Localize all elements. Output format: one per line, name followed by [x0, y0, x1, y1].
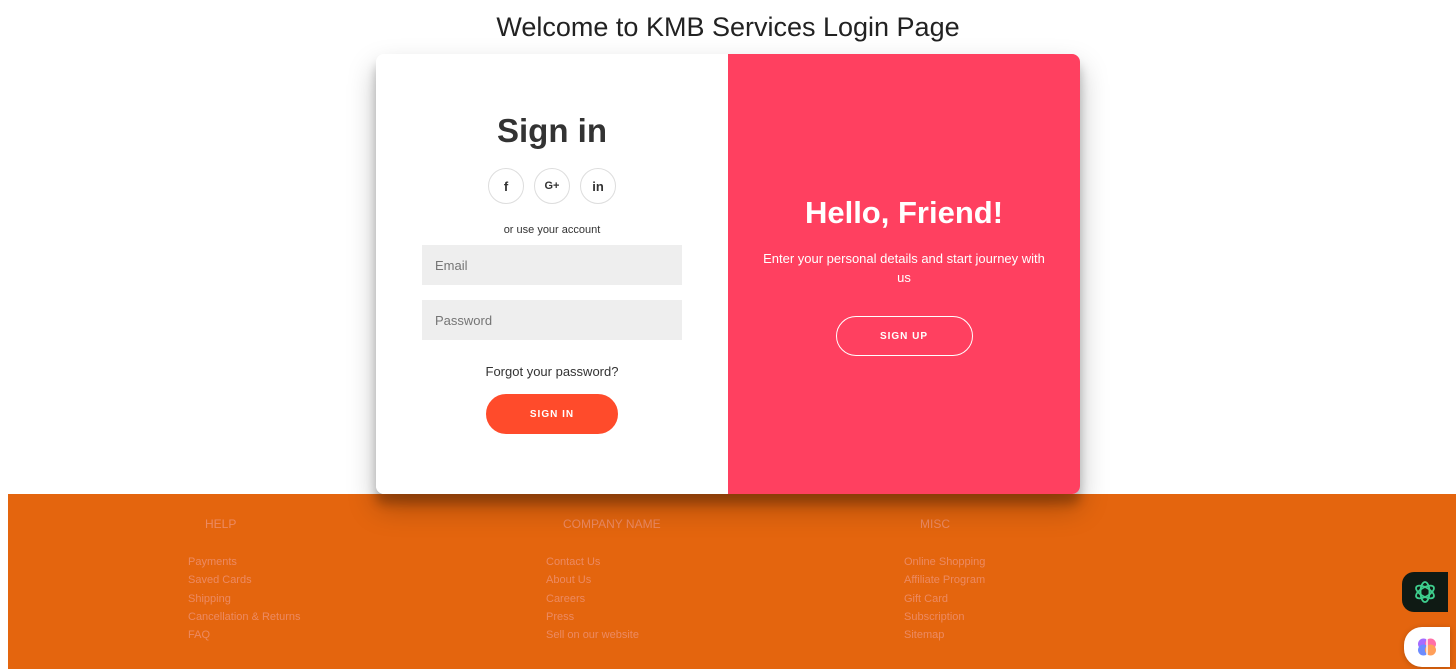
footer-link-shipping[interactable]: Shipping — [188, 590, 301, 608]
footer-link-sitemap[interactable]: Sitemap — [904, 626, 985, 644]
google-plus-login-button[interactable]: G+ — [534, 168, 570, 204]
footer-heading-help: HELP — [205, 517, 237, 531]
footer-column-misc: MISC Online Shopping Affiliate Program G… — [904, 517, 985, 644]
footer-column-company: COMPANY NAME Contact Us About Us Careers… — [546, 517, 661, 644]
footer-link-saved-cards[interactable]: Saved Cards — [188, 571, 301, 589]
site-footer: HELP Payments Saved Cards Shipping Cance… — [8, 494, 1456, 669]
footer-link-gift-card[interactable]: Gift Card — [904, 590, 985, 608]
footer-heading-misc: MISC — [920, 517, 950, 531]
chatgpt-icon — [1415, 581, 1435, 603]
brain-icon — [1418, 638, 1436, 656]
signin-title: Sign in — [497, 112, 607, 149]
use-account-text: or use your account — [503, 224, 601, 236]
sign-up-button[interactable]: SIGN UP — [835, 316, 973, 356]
facebook-icon: f — [503, 178, 509, 194]
footer-link-contact-us[interactable]: Contact Us — [546, 553, 661, 571]
footer-link-payments[interactable]: Payments — [188, 553, 301, 571]
brain-extension-button[interactable] — [1404, 627, 1450, 667]
footer-link-faq[interactable]: FAQ — [188, 626, 301, 644]
social-login-row: f G+ in — [488, 168, 616, 204]
linkedin-login-button[interactable]: in — [580, 168, 616, 204]
linkedin-icon: in — [592, 178, 604, 194]
footer-column-help: HELP Payments Saved Cards Shipping Cance… — [188, 517, 301, 644]
footer-link-subscription[interactable]: Subscription — [904, 608, 985, 626]
footer-link-careers[interactable]: Careers — [546, 590, 661, 608]
password-field[interactable] — [422, 300, 682, 340]
login-page: Welcome to KMB Services Login Page Sign … — [0, 0, 1456, 669]
footer-links-misc: Online Shopping Affiliate Program Gift C… — [904, 553, 985, 644]
sign-in-button[interactable]: SIGN IN — [486, 394, 618, 434]
footer-links-help: Payments Saved Cards Shipping Cancellati… — [188, 553, 301, 644]
footer-link-sell[interactable]: Sell on our website — [546, 626, 661, 644]
footer-link-online-shopping[interactable]: Online Shopping — [904, 553, 985, 571]
footer-link-cancellation-returns[interactable]: Cancellation & Returns — [188, 608, 301, 626]
google-plus-icon: G+ — [544, 180, 560, 192]
signin-panel: Sign in f G+ in or use your account Forg… — [376, 54, 728, 494]
signup-overlay-panel: Hello, Friend! Enter your personal detai… — [728, 54, 1080, 494]
forgot-password-link[interactable]: Forgot your password? — [486, 364, 619, 379]
footer-link-press[interactable]: Press — [546, 608, 661, 626]
footer-link-affiliate-program[interactable]: Affiliate Program — [904, 571, 985, 589]
footer-link-about-us[interactable]: About Us — [546, 571, 661, 589]
hello-title: Hello, Friend! — [804, 195, 1004, 230]
chatgpt-extension-button[interactable] — [1402, 572, 1448, 612]
footer-heading-company: COMPANY NAME — [563, 517, 661, 531]
hello-text: Enter your personal details and start jo… — [763, 251, 1045, 285]
email-field[interactable] — [422, 245, 682, 285]
facebook-login-button[interactable]: f — [488, 168, 524, 204]
login-card: Sign in f G+ in or use your account Forg… — [376, 54, 1080, 494]
footer-links-company: Contact Us About Us Careers Press Sell o… — [546, 553, 661, 644]
page-title: Welcome to KMB Services Login Page — [496, 12, 960, 42]
